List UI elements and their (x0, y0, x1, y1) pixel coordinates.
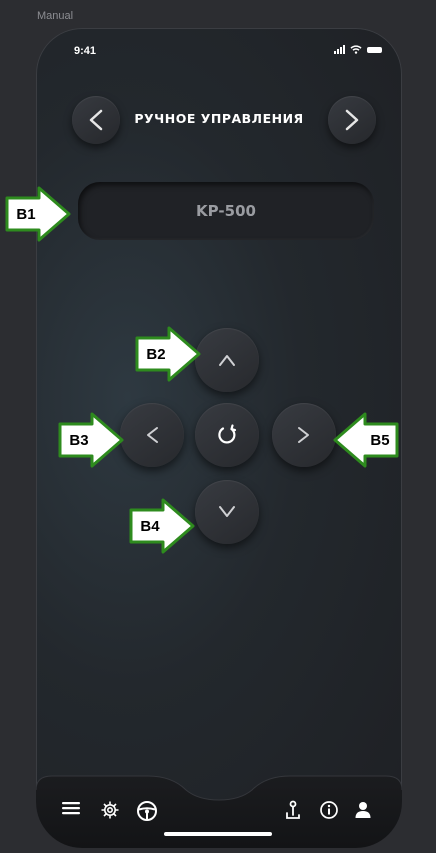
battery-icon (367, 46, 382, 53)
menu-icon (62, 802, 80, 815)
user-icon (355, 802, 371, 818)
move-up-button[interactable] (195, 328, 259, 392)
info-icon (320, 801, 338, 819)
callout-b4-label: B4 (140, 517, 160, 535)
callout-b2-label: B2 (146, 345, 166, 363)
rotate-icon (218, 424, 237, 444)
callout-b2: B2 (135, 326, 201, 382)
info-button[interactable] (319, 800, 339, 820)
callout-b4: B4 (129, 498, 195, 554)
steering-wheel-icon (137, 801, 157, 821)
arrow-right-icon (298, 427, 309, 443)
home-indicator (164, 832, 272, 836)
settings-button[interactable] (100, 800, 120, 820)
arrow-down-icon (219, 506, 235, 517)
callout-b3-label: B3 (69, 431, 89, 449)
joystick-icon (286, 800, 300, 819)
device-name: KP-500 (196, 202, 256, 220)
frame-label: Manual (37, 10, 74, 22)
callout-b1-label: B1 (16, 205, 36, 223)
profile-button[interactable] (354, 800, 372, 820)
rotate-button[interactable] (195, 403, 259, 467)
callout-b5-label: B5 (370, 431, 390, 449)
settings-gear-icon (101, 801, 119, 819)
arrow-up-icon (219, 355, 235, 366)
move-left-button[interactable] (120, 403, 184, 467)
bottom-tab-bar (36, 775, 402, 848)
chevron-right-icon (345, 109, 359, 131)
menu-button[interactable] (61, 800, 81, 816)
arrow-left-icon (147, 427, 158, 443)
next-mode-button[interactable] (328, 96, 376, 144)
manual-control-tab[interactable] (136, 800, 158, 822)
move-right-button[interactable] (272, 403, 336, 467)
signal-icon (334, 45, 345, 54)
move-down-button[interactable] (195, 480, 259, 544)
status-icons (334, 45, 382, 54)
joystick-button[interactable] (284, 800, 302, 822)
device-selector[interactable]: KP-500 (78, 182, 374, 240)
wifi-icon (350, 45, 362, 54)
callout-b5: B5 (333, 412, 399, 468)
callout-b1: B1 (5, 186, 71, 242)
callout-b3: B3 (58, 412, 124, 468)
status-time: 9:41 (74, 45, 97, 57)
